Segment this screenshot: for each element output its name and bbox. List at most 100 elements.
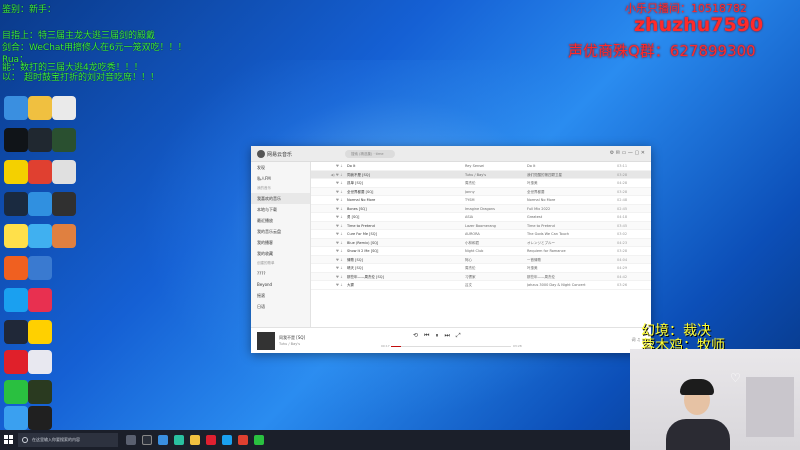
song-controls[interactable]: ♥ ↓ — [311, 179, 347, 187]
sidebar-item-liked[interactable]: 我喜欢的音乐 — [251, 193, 310, 204]
desktop-icon-app8[interactable] — [28, 224, 52, 248]
desktop-icon-computer[interactable] — [28, 96, 52, 120]
song-duration: 04:18 — [617, 215, 628, 219]
song-title: 那些年——周杰伦 [SQ] — [347, 274, 384, 279]
sidebar-item-cloud[interactable]: 我的音乐云盘 — [251, 226, 310, 237]
desktop-icon-chrome[interactable] — [28, 160, 52, 184]
album-cover[interactable] — [257, 332, 275, 350]
taskbar-app-3[interactable] — [174, 435, 184, 445]
start-button[interactable] — [4, 435, 14, 445]
song-controls[interactable]: ◀) ♥ ↓ — [311, 171, 347, 179]
sidebar-item-discover[interactable]: 发现 — [251, 162, 310, 173]
player-controls[interactable]: ⟲⏮⏸⏭⤢ — [413, 332, 467, 340]
sidebar-item-collect[interactable]: 我的收藏 — [251, 248, 310, 259]
song-artist: Rey Sensei — [465, 164, 485, 168]
taskbar-app-5[interactable] — [206, 435, 216, 445]
sidebar-item-playlist-2[interactable]: Beyond — [251, 279, 310, 290]
desktop-icon-wechat[interactable] — [4, 380, 28, 404]
progress-bar[interactable] — [391, 346, 511, 347]
desktop-icon-app2[interactable] — [28, 128, 52, 152]
song-controls[interactable]: ♥ ↓ — [311, 188, 347, 196]
desktop-icon-app16[interactable] — [28, 380, 52, 404]
song-artist: 周杰伦 — [465, 181, 476, 185]
song-duration: 02:48 — [617, 198, 628, 202]
player-title: 同我不是 [SQ] — [279, 335, 306, 340]
sidebar-item-playlist-3[interactable]: 摇滚 — [251, 290, 310, 301]
song-row[interactable]: ♥ ↓ 全世界都要 [SQ] Jonny 全世界都要 03:28 — [311, 187, 651, 196]
song-controls[interactable]: ♥ ↓ — [311, 264, 347, 272]
search-input[interactable]: 搜索 (精选集) · time — [345, 150, 395, 158]
song-row[interactable]: ♥ ↓ 勇 [SQ] ASIA Greatest 04:18 — [311, 213, 651, 222]
song-row[interactable]: ♥ ↓ Time to Pretend Lazer Boomerang Time to… — [311, 221, 651, 230]
desktop-icon-netease[interactable] — [4, 350, 28, 374]
song-controls[interactable]: ♥ ↓ — [311, 213, 347, 221]
desktop-icon-app6[interactable] — [52, 192, 76, 216]
song-controls[interactable]: ♥ ↓ — [311, 239, 347, 247]
sidebar-item-playlist-4[interactable]: 日语 — [251, 301, 310, 312]
song-duration: 03:11 — [617, 164, 628, 168]
sidebar-item-playlist-1[interactable]: ???? — [251, 268, 310, 279]
song-controls[interactable]: ♥ ↓ — [311, 162, 347, 170]
overlay-line-6: 超时鼓宝打折的刘对音吃席！！！ — [24, 73, 160, 83]
taskbar-app-6[interactable] — [222, 435, 232, 445]
sidebar-section-created: 创建的歌单 — [257, 261, 275, 265]
song-controls[interactable]: ♥ ↓ — [311, 273, 347, 281]
taskbar-app-7[interactable] — [238, 435, 248, 445]
taskbar-app-2[interactable] — [158, 435, 168, 445]
desktop-icon-app18[interactable] — [28, 406, 52, 430]
song-controls[interactable]: ♥ ↓ — [311, 205, 347, 213]
desktop-icon-app10[interactable] — [4, 256, 28, 280]
sidebar-item-podcast[interactable]: 我的播客 — [251, 237, 310, 248]
fullscreen-icon[interactable]: ⤢ — [456, 332, 467, 339]
desktop-icon-app17[interactable] — [4, 406, 28, 430]
desktop-icon-app9[interactable] — [52, 224, 76, 248]
song-row[interactable]: ♥ ↓ 那些年——周杰伦 [SQ] 习惯家 那些年——周杰伦 04:42 — [311, 272, 651, 281]
desktop-icon-qq[interactable] — [4, 288, 28, 312]
sidebar-item-recent[interactable]: 最近播放 — [251, 215, 310, 226]
loop-icon[interactable]: ⟲ — [413, 332, 424, 339]
song-controls[interactable]: ♥ ↓ — [311, 196, 347, 204]
window-controls[interactable]: ⚙ ✉ ▭ — ▢ ✕ — [610, 150, 645, 156]
song-row[interactable]: ♥ ↓ Normal No More TYSM Normal No More 02:48 — [311, 196, 651, 205]
desktop-icon-app14[interactable] — [28, 320, 52, 344]
song-row[interactable]: ◀) ♥ ↓ 同我不是 [SQ] Tuhu / Bay's 我们觉醒的第四颗卫星 03:… — [311, 170, 651, 179]
song-row[interactable]: ♥ ↓ Do It Rey Sensei Do It 03:11 — [311, 162, 651, 171]
song-row[interactable]: ♥ ↓ Cure For Me [SQ] AURORA The Gods We Can… — [311, 230, 651, 239]
desktop-icon-app11[interactable] — [28, 256, 52, 280]
taskbar-app-8[interactable] — [254, 435, 264, 445]
taskbar-search[interactable]: 在这里输入你要搜索的内容 — [18, 433, 118, 447]
desktop-icon-app7[interactable] — [4, 224, 28, 248]
taskview-icon[interactable] — [126, 435, 136, 445]
prev-icon[interactable]: ⏮ — [424, 332, 435, 339]
song-row[interactable]: ♥ ↓ 孤单 [SQ] 周杰伦 叶惠美 04:28 — [311, 179, 651, 188]
next-icon[interactable]: ⏭ — [444, 332, 455, 339]
desktop-icon-yellow[interactable] — [4, 160, 28, 184]
desktop-icon-app15[interactable] — [28, 350, 52, 374]
song-artist: AURORA — [465, 232, 480, 236]
song-row[interactable]: ♥ ↓ 大雾 吕文 Jahzus 3000 Day & Night Concert 03… — [311, 281, 651, 290]
sidebar-item-local[interactable]: 本地与下载 — [251, 204, 310, 215]
song-controls[interactable]: ♥ ↓ — [311, 281, 347, 289]
song-row[interactable]: ♥ ↓ Bones [SQ] Imagine Dragons Full Mix 202… — [311, 204, 651, 213]
desktop-icon-app3[interactable] — [52, 128, 76, 152]
taskbar-app-4[interactable] — [190, 435, 200, 445]
desktop-icon-steam-black[interactable] — [4, 128, 28, 152]
song-controls[interactable]: ♥ ↓ — [311, 247, 347, 255]
desktop-icon-recycle[interactable] — [4, 96, 28, 120]
sidebar-item-fm[interactable]: 私人FM — [251, 173, 310, 184]
song-controls[interactable]: ♥ ↓ — [311, 256, 347, 264]
song-row[interactable]: ♥ ↓ Show It 2 Me [SQ] Night Club Requiem fo… — [311, 247, 651, 256]
song-row[interactable]: ♥ ↓ 晴天 [SQ] 周杰伦 叶惠美 04:29 — [311, 264, 651, 273]
song-controls[interactable]: ♥ ↓ — [311, 230, 347, 238]
desktop-icon-document[interactable] — [52, 96, 76, 120]
desktop-icon-app5[interactable] — [28, 192, 52, 216]
desktop-icon-app13[interactable] — [4, 320, 28, 344]
taskbar-app-1[interactable] — [142, 435, 152, 445]
desktop-icon-steam[interactable] — [4, 192, 28, 216]
song-duration: 04:23 — [617, 240, 628, 245]
song-row[interactable]: ♥ ↓ 情歌 [SQ] 阿心 一首情歌 04:04 — [311, 255, 651, 264]
desktop-icon-app12[interactable] — [28, 288, 52, 312]
desktop-icon-app4[interactable] — [52, 160, 76, 184]
song-row[interactable]: ♥ ↓ Blue (Remix) [SQ] 小林和君 オレンジとブルー 04:23 — [311, 238, 651, 247]
song-controls[interactable]: ♥ ↓ — [311, 222, 347, 230]
